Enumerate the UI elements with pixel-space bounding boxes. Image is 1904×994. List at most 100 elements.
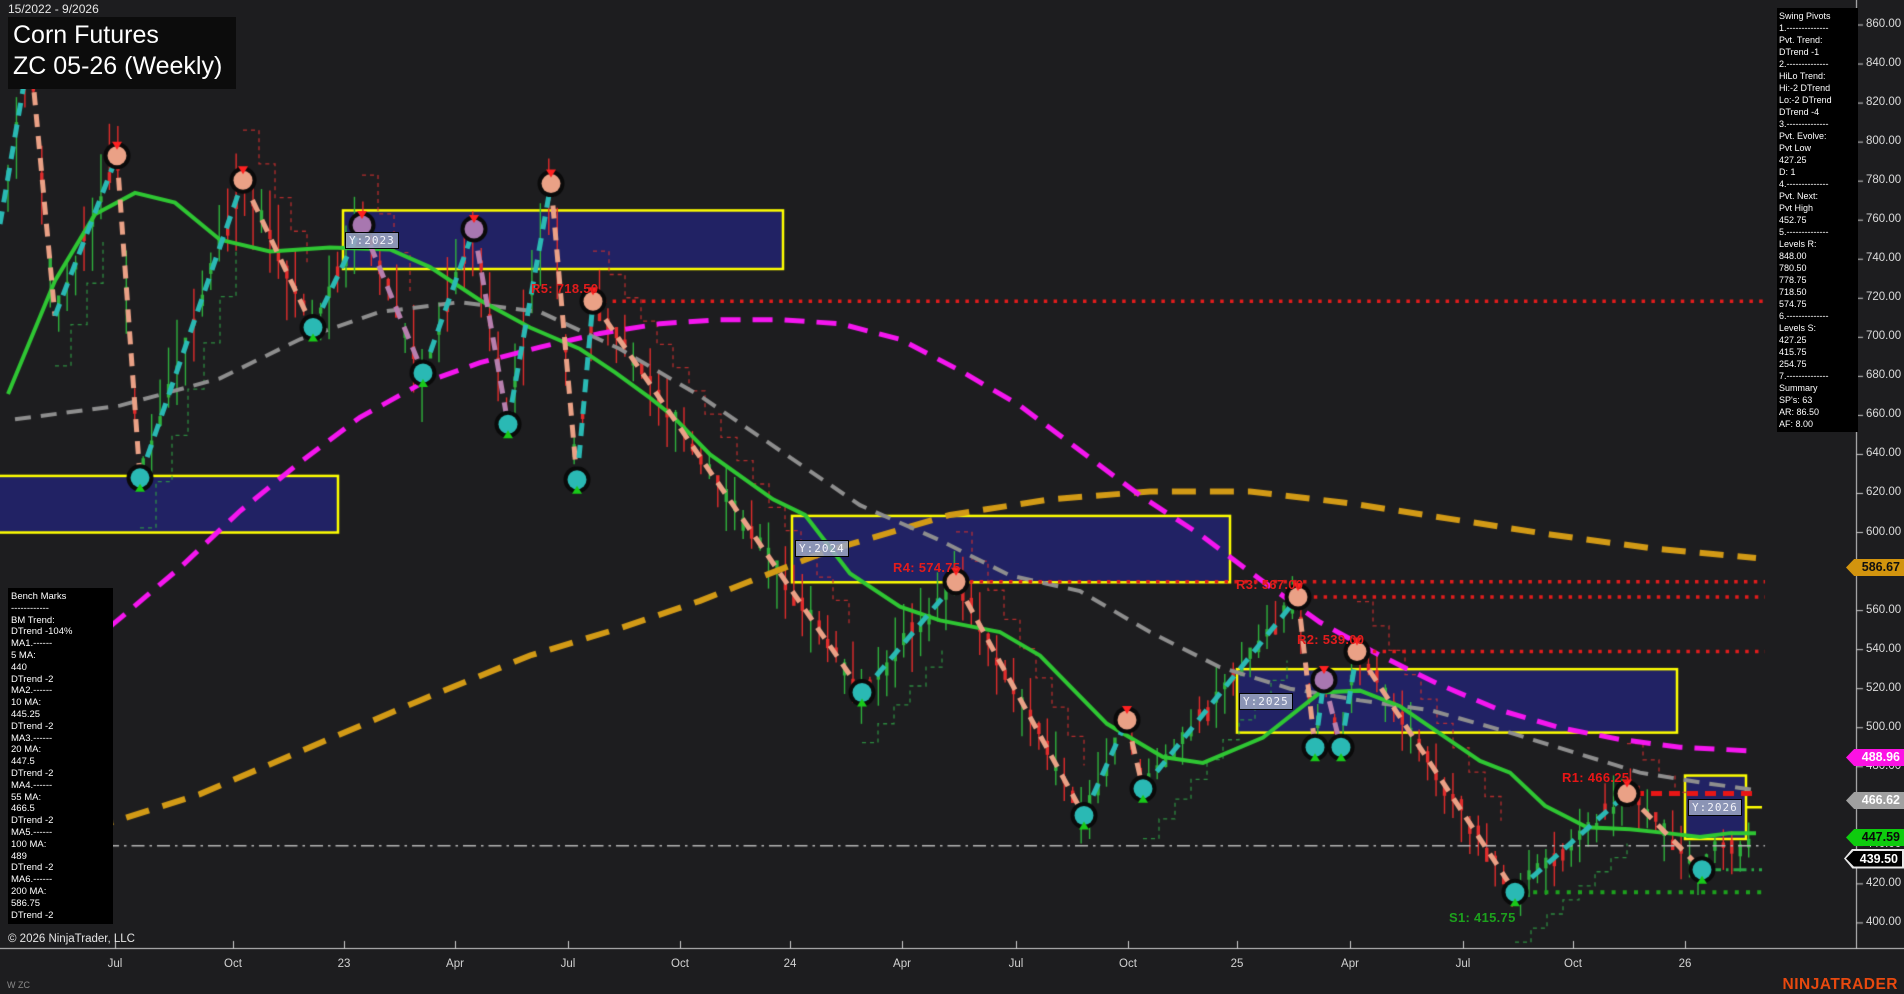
bench-marks-line: 489	[11, 851, 110, 863]
price-tick-label: 560.00	[1866, 604, 1901, 616]
swing-pivots-line: 2.--------------	[1779, 58, 1856, 70]
bench-marks-panel: Bench Marks------------BM Trend:DTrend -…	[8, 588, 113, 924]
bench-marks-line: DTrend -2	[11, 768, 110, 780]
price-tick-label: 820.00	[1866, 96, 1901, 108]
support-resistance-label: R4: 574.75	[893, 560, 960, 575]
price-tick-label: 520.00	[1866, 682, 1901, 694]
swing-pivots-line: 415.75	[1779, 346, 1856, 358]
swing-pivots-line: DTrend -4	[1779, 106, 1856, 118]
year-box-label[interactable]: Y:2023	[345, 232, 399, 249]
swing-pivots-line: 452.75	[1779, 214, 1856, 226]
swing-pivots-line: AR: 86.50	[1779, 406, 1856, 418]
swing-pivots-line: AF: 8.00	[1779, 418, 1856, 430]
ninjatrader-brand-logo: NINJATRADER	[1783, 976, 1898, 994]
price-tick-label: 660.00	[1866, 408, 1901, 420]
indicator-price-badge: 586.67	[1846, 559, 1904, 576]
time-tick-label: Jul	[93, 958, 137, 970]
indicator-price-badge: 488.96	[1846, 749, 1904, 766]
year-box-label[interactable]: Y:2025	[1239, 693, 1293, 710]
swing-pivots-line: 778.75	[1779, 274, 1856, 286]
indicator-price-badge: 447.59	[1846, 829, 1904, 846]
swing-pivots-line: Pvt High	[1779, 202, 1856, 214]
swing-pivots-line: Pvt. Evolve:	[1779, 130, 1856, 142]
swing-pivots-line: Levels R:	[1779, 238, 1856, 250]
instrument-title: Corn Futures	[13, 20, 222, 51]
time-tick-label: 26	[1663, 958, 1707, 970]
swing-pivots-line: 780.50	[1779, 262, 1856, 274]
price-tick-label: 700.00	[1866, 330, 1901, 342]
swing-pivots-title: Swing Pivots	[1779, 10, 1856, 22]
swing-pivots-line: Hi:-2 DTrend	[1779, 82, 1856, 94]
time-tick-label: Apr	[1328, 958, 1372, 970]
swing-pivots-line: 254.75	[1779, 358, 1856, 370]
chart-title-block: Corn Futures ZC 05-26 (Weekly)	[8, 17, 236, 89]
date-range-label: 15/2022 - 9/2026	[8, 2, 99, 16]
swing-pivots-line: SP's: 63	[1779, 394, 1856, 406]
swing-pivots-line: Pvt. Next:	[1779, 190, 1856, 202]
copyright-label: © 2026 NinjaTrader, LLC	[8, 933, 135, 945]
last-price-badge-value: 439.50	[1846, 851, 1902, 867]
bench-marks-line: 10 MA:	[11, 697, 110, 709]
time-tick-label: Oct	[1106, 958, 1150, 970]
bench-marks-line: 445.25	[11, 709, 110, 721]
price-chart-canvas[interactable]	[0, 0, 1904, 994]
swing-pivots-line: 1.--------------	[1779, 22, 1856, 34]
swing-pivots-line: Levels S:	[1779, 322, 1856, 334]
swing-pivots-line: 427.25	[1779, 334, 1856, 346]
price-tick-label: 640.00	[1866, 447, 1901, 459]
year-box-label[interactable]: Y:2026	[1688, 799, 1742, 816]
price-tick-label: 420.00	[1866, 877, 1901, 889]
support-resistance-label: S1: 415.75	[1449, 910, 1516, 925]
bench-marks-line: MA3.------	[11, 733, 110, 745]
bench-marks-line: DTrend -2	[11, 721, 110, 733]
bench-marks-line: 20 MA:	[11, 744, 110, 756]
ninjatrader-chart-window: 15/2022 - 9/2026 Corn Futures ZC 05-26 (…	[0, 0, 1904, 994]
price-tick-label: 760.00	[1866, 213, 1901, 225]
swing-pivots-line: D: 1	[1779, 166, 1856, 178]
indicator-price-badge: 466.62	[1846, 792, 1904, 809]
bench-marks-line: 100 MA:	[11, 839, 110, 851]
time-tick-label: Apr	[880, 958, 924, 970]
bench-marks-line: BM Trend:	[11, 615, 110, 627]
swing-pivots-line: Pvt Low	[1779, 142, 1856, 154]
price-tick-label: 500.00	[1866, 721, 1901, 733]
bench-marks-line: 440	[11, 662, 110, 674]
support-resistance-label: R5: 718.50	[531, 281, 598, 296]
time-tick-label: 24	[768, 958, 812, 970]
price-tick-label: 540.00	[1866, 643, 1901, 655]
bench-marks-line: MA4.------	[11, 780, 110, 792]
swing-pivots-line: 3.--------------	[1779, 118, 1856, 130]
swing-pivots-line: 5.--------------	[1779, 226, 1856, 238]
swing-pivots-line: 718.50	[1779, 286, 1856, 298]
time-tick-label: Jul	[994, 958, 1038, 970]
swing-pivots-line: 6.--------------	[1779, 310, 1856, 322]
time-tick-label: Oct	[211, 958, 255, 970]
instrument-watermark: W ZC	[7, 980, 30, 990]
swing-pivots-line: Pvt. Trend:	[1779, 34, 1856, 46]
swing-pivots-line: Summary	[1779, 382, 1856, 394]
last-price-badge: 439.50	[1844, 849, 1904, 869]
bench-marks-line: 200 MA:	[11, 886, 110, 898]
swing-pivots-line: 427.25	[1779, 154, 1856, 166]
bench-marks-line: 55 MA:	[11, 792, 110, 804]
price-tick-label: 620.00	[1866, 486, 1901, 498]
price-tick-label: 780.00	[1866, 174, 1901, 186]
bench-marks-line: DTrend -2	[11, 910, 110, 922]
time-tick-label: 23	[322, 958, 366, 970]
time-tick-label: Jul	[546, 958, 590, 970]
bench-marks-line: 5 MA:	[11, 650, 110, 662]
bench-marks-line: MA2.------	[11, 685, 110, 697]
swing-pivots-line: Lo:-2 DTrend	[1779, 94, 1856, 106]
bench-marks-title: Bench Marks	[11, 591, 110, 603]
swing-pivots-line: HiLo Trend:	[1779, 70, 1856, 82]
time-tick-label: 25	[1215, 958, 1259, 970]
support-resistance-label: R2: 539.00	[1297, 632, 1364, 647]
price-tick-label: 680.00	[1866, 369, 1901, 381]
bench-marks-line: DTrend -2	[11, 815, 110, 827]
time-tick-label: Jul	[1441, 958, 1485, 970]
swing-pivots-line: 574.75	[1779, 298, 1856, 310]
year-box-label[interactable]: Y:2024	[795, 540, 849, 557]
bench-marks-line: MA6.------	[11, 874, 110, 886]
bench-marks-line: MA5.------	[11, 827, 110, 839]
time-tick-label: Apr	[433, 958, 477, 970]
